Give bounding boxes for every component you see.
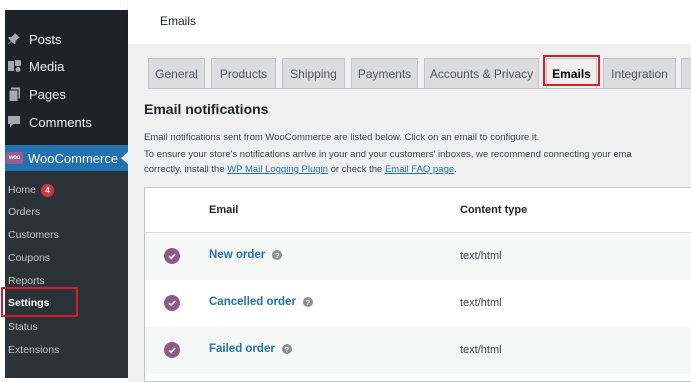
email-link[interactable]: Cancelled order ? (209, 296, 313, 308)
enabled-check-icon (164, 295, 180, 311)
emails-tab-highlight-box (543, 55, 600, 86)
woocommerce-logo: woo (6, 152, 23, 164)
email-notifications-table: Email Content type New order ? text/html… (144, 187, 691, 382)
email-link[interactable]: Failed order ? (209, 343, 292, 355)
current-menu-arrow (121, 152, 128, 164)
admin-sidebar: Posts Media Pages Comments woo WooCommer… (5, 10, 128, 378)
enabled-check-icon (164, 342, 180, 358)
table-header: Email Content type (145, 188, 691, 233)
wp-mail-logging-plugin-link[interactable]: WP Mail Logging Plugin (227, 164, 328, 175)
submenu-orders[interactable]: Orders (8, 202, 40, 222)
email-name: Failed order (209, 343, 275, 355)
content-type-value: text/html (460, 344, 502, 356)
menu-item-posts[interactable]: Posts (5, 25, 128, 53)
tab-shipping[interactable]: Shipping (282, 58, 345, 88)
menu-label-woocommerce: WooCommerce (28, 150, 119, 166)
submenu-customers[interactable]: Customers (8, 225, 59, 245)
menu-label-comments: Comments (29, 114, 92, 130)
help-icon[interactable]: ? (281, 344, 292, 354)
table-row[interactable]: Failed order ? text/html (145, 327, 691, 374)
table-row[interactable]: New order ? text/html (145, 233, 691, 280)
description-text: . (454, 164, 457, 175)
notification-badge: 4 (41, 183, 55, 197)
submenu-extensions[interactable]: Extensions (8, 340, 59, 360)
tab-more[interactable] (681, 58, 691, 88)
menu-item-woocommerce[interactable]: woo WooCommerce (5, 145, 128, 171)
menu-label-media: Media (29, 58, 65, 74)
media-icon (6, 58, 22, 74)
description-line-1: Email notifications sent from WooCommerc… (144, 132, 540, 143)
page-title: Emails (160, 14, 197, 28)
column-header-content-type: Content type (460, 204, 528, 216)
woocommerce-submenu: Home 4 Orders Customers Coupons Reports … (5, 171, 128, 378)
tab-products[interactable]: Products (211, 58, 276, 88)
tab-payments[interactable]: Payments (351, 58, 418, 88)
submenu-label-home: Home (8, 184, 37, 196)
enabled-check-icon (164, 248, 180, 264)
tab-integration[interactable]: Integration (603, 58, 676, 88)
description-text: or check the (327, 164, 385, 175)
email-link[interactable]: New order ? (209, 249, 283, 261)
description-text: correctly, install the (144, 164, 228, 175)
settings-highlight-box (1, 287, 78, 317)
submenu-coupons[interactable]: Coupons (8, 248, 50, 268)
comments-icon (6, 114, 22, 130)
description-line-2: To ensure your store's notifications arr… (144, 149, 632, 160)
submenu-status[interactable]: Status (8, 317, 38, 337)
menu-item-comments[interactable]: Comments (5, 108, 128, 136)
tabs-divider (148, 88, 691, 89)
email-name: New order (209, 249, 266, 261)
email-faq-link[interactable]: Email FAQ page (385, 164, 454, 175)
help-icon[interactable]: ? (302, 297, 313, 307)
page-header: Emails (128, 0, 691, 44)
tab-general[interactable]: General (148, 58, 205, 88)
menu-item-media[interactable]: Media (5, 52, 128, 80)
menu-label-posts: Posts (29, 31, 62, 47)
pages-icon (6, 86, 22, 102)
submenu-home[interactable]: Home 4 (8, 180, 55, 200)
menu-label-pages: Pages (29, 86, 66, 102)
menu-item-pages[interactable]: Pages (5, 80, 128, 108)
content-type-value: text/html (460, 250, 502, 262)
email-name: Cancelled order (209, 296, 296, 308)
content-type-value: text/html (460, 297, 502, 309)
main-content: General Products Shipping Payments Accou… (128, 44, 691, 382)
pushpin-icon (6, 31, 22, 47)
section-title: Email notifications (144, 101, 269, 117)
description-line-3: correctly, install the WP Mail Logging P… (144, 164, 457, 175)
help-icon[interactable]: ? (272, 250, 283, 260)
tab-accounts-privacy[interactable]: Accounts & Privacy (424, 58, 539, 88)
table-row[interactable]: Cancelled order ? text/html (145, 280, 691, 327)
column-header-email: Email (209, 204, 239, 216)
